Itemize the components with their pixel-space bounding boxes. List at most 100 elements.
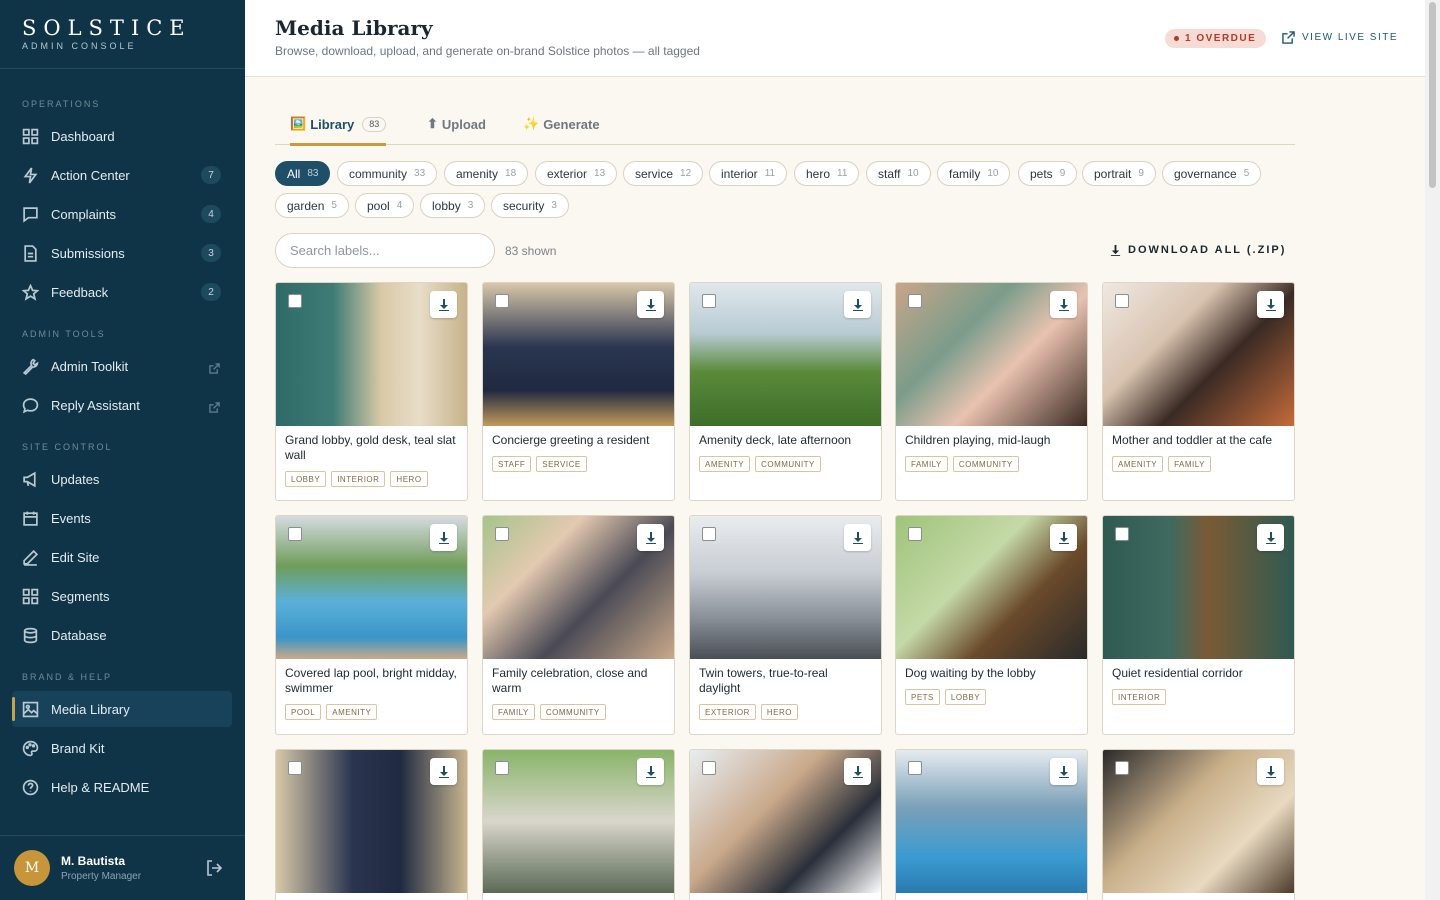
download-button[interactable] bbox=[430, 758, 457, 785]
download-button[interactable] bbox=[1050, 758, 1077, 785]
photo-card[interactable] bbox=[689, 749, 882, 900]
overdue-badge[interactable]: 1 OVERDUE bbox=[1165, 29, 1267, 48]
sidebar-item-action-center[interactable]: Action Center 7 bbox=[12, 157, 232, 193]
photo-card[interactable]: Children playing, mid-laugh FAMILY COMMUNI… bbox=[895, 282, 1088, 501]
filter-chip-hero[interactable]: hero 11 bbox=[794, 161, 860, 186]
photo-thumbnail[interactable] bbox=[1103, 516, 1294, 659]
photo-thumbnail[interactable] bbox=[1103, 750, 1294, 893]
filter-chip-exterior[interactable]: exterior 13 bbox=[535, 161, 618, 186]
photo-card[interactable]: Twin towers, true-to-real daylight EXTERI… bbox=[689, 515, 882, 735]
sidebar-item-events[interactable]: Events bbox=[12, 500, 232, 536]
photo-thumbnail[interactable] bbox=[896, 516, 1087, 659]
filter-chip-staff[interactable]: staff 10 bbox=[866, 161, 931, 186]
sidebar-item-feedback[interactable]: Feedback 2 bbox=[12, 274, 232, 310]
tab-upload[interactable]: ⬆ Upload bbox=[427, 104, 486, 144]
download-button[interactable] bbox=[844, 524, 871, 551]
logout-icon[interactable] bbox=[205, 859, 223, 877]
filter-chip-service[interactable]: service 12 bbox=[623, 161, 704, 186]
filter-chip-interior[interactable]: interior 11 bbox=[709, 161, 788, 186]
filter-chip-family[interactable]: family 10 bbox=[937, 161, 1011, 186]
download-all-button[interactable]: DOWNLOAD ALL (.ZIP) bbox=[1110, 244, 1286, 256]
sidebar-item-dashboard[interactable]: Dashboard bbox=[12, 118, 232, 154]
download-button[interactable] bbox=[1257, 524, 1284, 551]
download-button[interactable] bbox=[637, 291, 664, 318]
tab-library[interactable]: 🖼️ Library 83 bbox=[290, 104, 387, 146]
select-checkbox[interactable] bbox=[702, 527, 716, 541]
select-checkbox[interactable] bbox=[702, 761, 716, 775]
photo-thumbnail[interactable] bbox=[690, 516, 881, 659]
photo-thumbnail[interactable] bbox=[276, 283, 467, 426]
photo-thumbnail[interactable] bbox=[483, 283, 674, 426]
photo-card[interactable]: Dog waiting by the lobby PETS LOBBY bbox=[895, 515, 1088, 735]
scrollbar-thumb[interactable] bbox=[1429, 2, 1436, 188]
filter-chip-all[interactable]: All 83 bbox=[275, 161, 331, 186]
brand-logo[interactable]: SOLSTICE ADMIN CONSOLE bbox=[22, 16, 192, 51]
select-checkbox[interactable] bbox=[1115, 761, 1129, 775]
select-checkbox[interactable] bbox=[702, 294, 716, 308]
photo-card[interactable] bbox=[482, 749, 675, 900]
filter-chip-governance[interactable]: governance 5 bbox=[1162, 161, 1262, 186]
sidebar-item-help-readme[interactable]: Help & README bbox=[12, 769, 232, 805]
sidebar-item-admin-toolkit[interactable]: Admin Toolkit bbox=[12, 348, 232, 384]
photo-card[interactable]: Grand lobby, gold desk, teal slat wall LO… bbox=[275, 282, 468, 501]
download-button[interactable] bbox=[844, 291, 871, 318]
download-button[interactable] bbox=[844, 758, 871, 785]
photo-card[interactable] bbox=[275, 749, 468, 900]
photo-card[interactable] bbox=[1102, 749, 1295, 900]
search-labels-input[interactable] bbox=[275, 233, 495, 268]
photo-thumbnail[interactable] bbox=[276, 516, 467, 659]
download-button[interactable] bbox=[430, 524, 457, 551]
select-checkbox[interactable] bbox=[908, 761, 922, 775]
photo-card[interactable]: Family celebration, close and warm FAMILY… bbox=[482, 515, 675, 735]
sidebar-item-brand-kit[interactable]: Brand Kit bbox=[12, 730, 232, 766]
sidebar-item-edit-site[interactable]: Edit Site bbox=[12, 539, 232, 575]
filter-chip-garden[interactable]: garden 5 bbox=[275, 193, 349, 218]
sidebar-item-segments[interactable]: Segments bbox=[12, 578, 232, 614]
photo-card[interactable]: Concierge greeting a resident STAFF SERVIC… bbox=[482, 282, 675, 501]
select-checkbox[interactable] bbox=[288, 294, 302, 308]
scrollbar[interactable] bbox=[1425, 0, 1440, 900]
select-checkbox[interactable] bbox=[908, 294, 922, 308]
filter-chip-community[interactable]: community 33 bbox=[337, 161, 438, 186]
download-button[interactable] bbox=[1050, 524, 1077, 551]
select-checkbox[interactable] bbox=[288, 527, 302, 541]
select-checkbox[interactable] bbox=[495, 294, 509, 308]
filter-chip-portrait[interactable]: portrait 9 bbox=[1082, 161, 1156, 186]
photo-thumbnail[interactable] bbox=[896, 283, 1087, 426]
sidebar-item-media-library[interactable]: Media Library bbox=[12, 691, 232, 727]
tab-generate[interactable]: ✨ Generate bbox=[523, 104, 600, 144]
view-live-site-link[interactable]: VIEW LIVE SITE bbox=[1282, 31, 1398, 44]
download-button[interactable] bbox=[1257, 291, 1284, 318]
photo-card[interactable]: Covered lap pool, bright midday, swimmer… bbox=[275, 515, 468, 735]
photo-card[interactable] bbox=[895, 749, 1088, 900]
photo-thumbnail[interactable] bbox=[1103, 283, 1294, 426]
user-profile[interactable]: M M. Bautista Property Manager bbox=[14, 850, 141, 886]
filter-chip-amenity[interactable]: amenity 18 bbox=[444, 161, 529, 186]
sidebar-item-complaints[interactable]: Complaints 4 bbox=[12, 196, 232, 232]
photo-thumbnail[interactable] bbox=[276, 750, 467, 893]
photo-thumbnail[interactable] bbox=[483, 750, 674, 893]
photo-thumbnail[interactable] bbox=[690, 750, 881, 893]
download-button[interactable] bbox=[1257, 758, 1284, 785]
photo-thumbnail[interactable] bbox=[690, 283, 881, 426]
photo-card[interactable]: Quiet residential corridor INTERIOR bbox=[1102, 515, 1295, 735]
select-checkbox[interactable] bbox=[288, 761, 302, 775]
download-button[interactable] bbox=[637, 524, 664, 551]
sidebar-item-submissions[interactable]: Submissions 3 bbox=[12, 235, 232, 271]
photo-thumbnail[interactable] bbox=[483, 516, 674, 659]
photo-card[interactable]: Mother and toddler at the cafe AMENITY FAM… bbox=[1102, 282, 1295, 501]
sidebar-item-updates[interactable]: Updates bbox=[12, 461, 232, 497]
sidebar-item-reply-assistant[interactable]: Reply Assistant bbox=[12, 387, 232, 423]
download-button[interactable] bbox=[637, 758, 664, 785]
select-checkbox[interactable] bbox=[1115, 294, 1129, 308]
filter-chip-lobby[interactable]: lobby 3 bbox=[420, 193, 486, 218]
download-button[interactable] bbox=[1050, 291, 1077, 318]
photo-thumbnail[interactable] bbox=[896, 750, 1087, 893]
select-checkbox[interactable] bbox=[495, 527, 509, 541]
sidebar-item-database[interactable]: Database bbox=[12, 617, 232, 653]
filter-chip-pool[interactable]: pool 4 bbox=[355, 193, 415, 218]
select-checkbox[interactable] bbox=[1115, 527, 1129, 541]
select-checkbox[interactable] bbox=[495, 761, 509, 775]
select-checkbox[interactable] bbox=[908, 527, 922, 541]
filter-chip-security[interactable]: security 3 bbox=[491, 193, 569, 218]
